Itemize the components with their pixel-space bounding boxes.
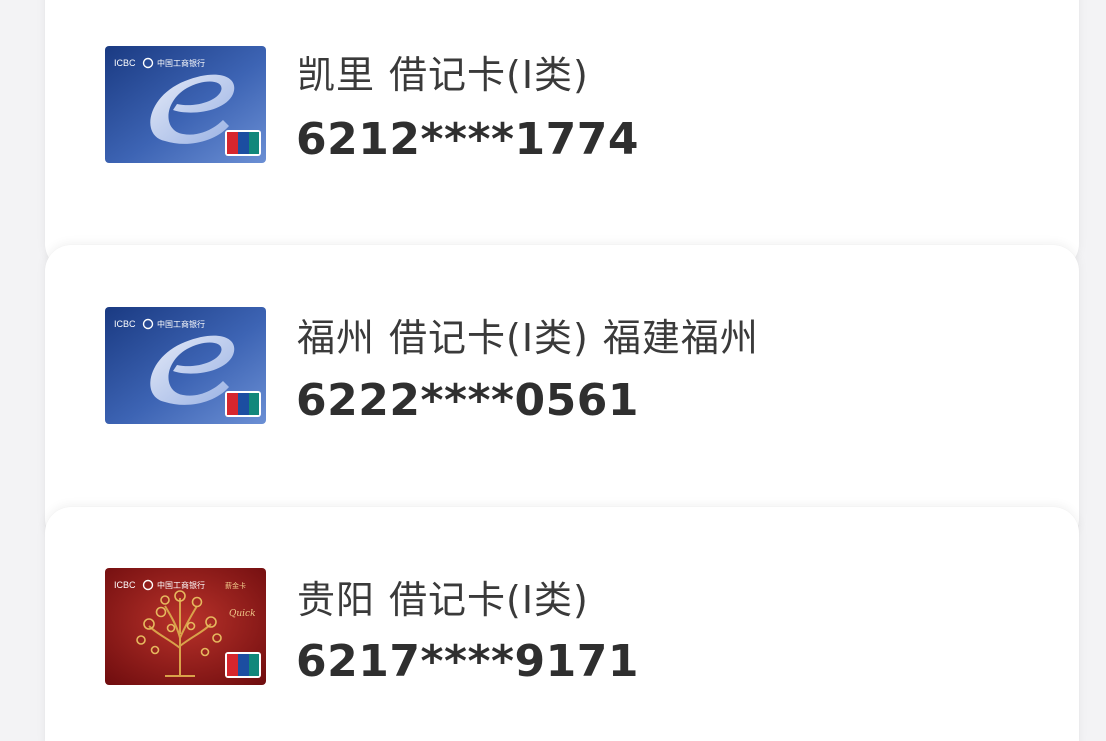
card-type: 借记卡(Ⅰ类)	[389, 53, 589, 97]
bank-card-image-blue: ICBC 中国工商银行	[105, 46, 266, 163]
icbc-blue-card-art: ICBC 中国工商银行	[105, 46, 266, 163]
card-city: 贵阳	[297, 578, 376, 622]
bank-card-item[interactable]: ICBC 中国工商银行 凯里 借记卡(Ⅰ类) 6212****1774	[45, 0, 1079, 270]
card-city: 凯里	[297, 53, 376, 97]
bank-abbr: ICBC	[114, 58, 136, 68]
bank-card-item[interactable]: ICBC 中国工商银行 薪金卡 Quick 贵阳 借记卡(Ⅰ类) 6217***…	[45, 507, 1079, 741]
icbc-red-card-art: ICBC 中国工商银行 薪金卡 Quick	[105, 568, 266, 685]
card-type: 借记卡(Ⅰ类)	[389, 578, 589, 622]
bank-abbr: ICBC	[114, 319, 136, 329]
icbc-blue-card-art: ICBC 中国工商银行	[105, 307, 266, 424]
bank-abbr: ICBC	[114, 580, 136, 590]
card-region: 福建福州	[602, 316, 759, 360]
card-title: 贵阳 借记卡(Ⅰ类)	[297, 569, 589, 624]
bank-name: 中国工商银行	[157, 319, 205, 329]
card-number: 6212****1774	[296, 114, 639, 165]
card-title: 福州 借记卡(Ⅰ类) 福建福州	[297, 307, 759, 362]
card-number: 6217****9171	[296, 636, 639, 687]
bank-name: 中国工商银行	[157, 58, 205, 68]
card-tag: 薪金卡	[225, 581, 246, 590]
card-type: 借记卡(Ⅰ类)	[389, 316, 589, 360]
bank-name: 中国工商银行	[157, 580, 205, 590]
bank-card-image-red: ICBC 中国工商银行 薪金卡 Quick	[105, 568, 266, 685]
quick-mark: Quick	[229, 609, 256, 619]
bank-card-image-blue: ICBC 中国工商银行	[105, 307, 266, 424]
card-number: 6222****0561	[296, 375, 639, 426]
bank-card-list: ICBC 中国工商银行 凯里 借记卡(Ⅰ类) 6212****1774 ICBC…	[0, 0, 1106, 741]
card-city: 福州	[297, 316, 376, 360]
bank-card-item[interactable]: ICBC 中国工商银行 福州 借记卡(Ⅰ类) 福建福州 6222****0561	[45, 245, 1079, 545]
card-title: 凯里 借记卡(Ⅰ类)	[297, 44, 589, 99]
